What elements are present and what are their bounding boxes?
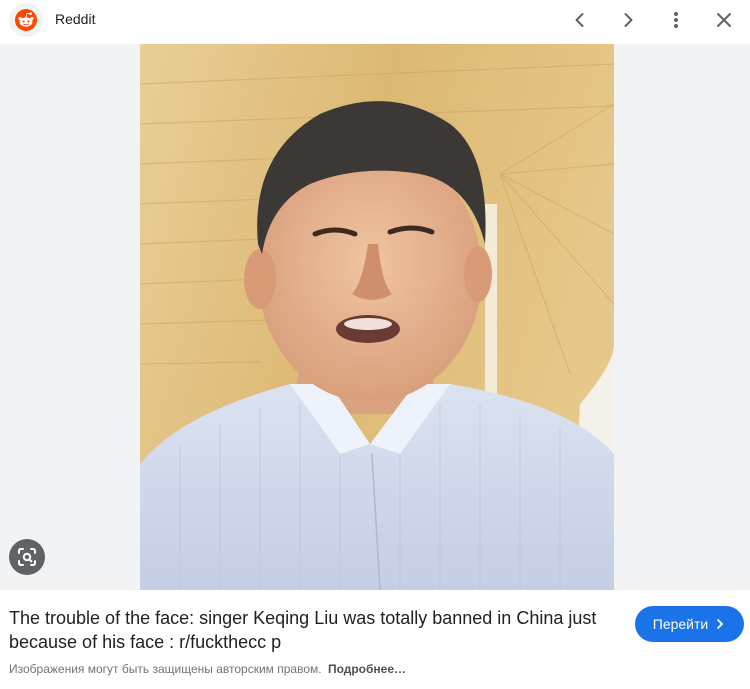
close-button[interactable] bbox=[708, 4, 740, 36]
google-lens-icon bbox=[18, 548, 36, 566]
visit-button-label: Перейти bbox=[652, 616, 709, 632]
copyright-note: Изображения могут быть защищены авторски… bbox=[9, 662, 406, 676]
chevron-right-icon bbox=[717, 619, 724, 629]
visit-button[interactable]: Перейти bbox=[635, 606, 744, 642]
google-lens-button[interactable] bbox=[9, 539, 45, 575]
result-title[interactable]: The trouble of the face: singer Keqing L… bbox=[9, 606, 619, 654]
preview-image[interactable] bbox=[140, 44, 614, 590]
next-button[interactable] bbox=[612, 4, 644, 36]
more-options-button[interactable] bbox=[660, 4, 692, 36]
previous-button[interactable] bbox=[564, 4, 596, 36]
image-preview-area bbox=[0, 44, 750, 590]
reddit-logo-icon[interactable] bbox=[9, 3, 43, 37]
chevron-left-icon bbox=[575, 13, 584, 27]
more-vert-icon bbox=[674, 12, 678, 28]
copyright-text: Изображения могут быть защищены авторски… bbox=[9, 662, 322, 676]
site-name[interactable]: Reddit bbox=[55, 11, 95, 27]
close-icon bbox=[717, 13, 731, 27]
viewer-header: Reddit bbox=[0, 0, 750, 44]
chevron-right-icon bbox=[624, 13, 633, 27]
learn-more-link[interactable]: Подробнее… bbox=[328, 662, 406, 676]
